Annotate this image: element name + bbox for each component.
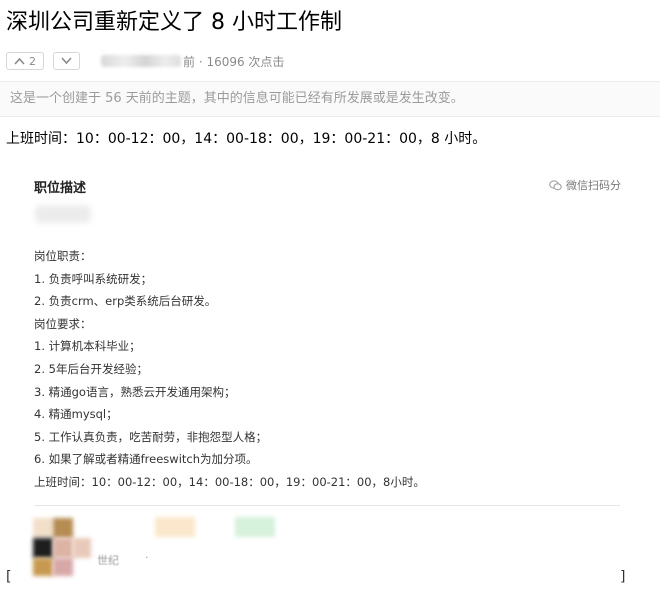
topic-meta: 2 前 · 16096 次点击 xyxy=(6,51,284,71)
redacted-line xyxy=(35,205,91,223)
downvote-button[interactable] xyxy=(53,52,80,70)
job-line: 3. 精通go语言，熟悉云开发通用架构； xyxy=(34,384,236,399)
poster-name: 世纪 xyxy=(97,554,119,567)
redacted-tag-orange xyxy=(155,517,195,537)
author-name-redacted[interactable] xyxy=(101,55,181,67)
topic-title: 深圳公司重新定义了 8 小时工作制 xyxy=(6,10,342,35)
job-divider xyxy=(34,505,620,506)
job-line: 上班时间：10：00-12：00，14：00-18：00，19：00-21：00… xyxy=(34,474,425,489)
job-line: 岗位职责： xyxy=(34,249,92,263)
job-line: 2. 5年后台开发经验； xyxy=(34,361,148,376)
job-description-heading: 职位描述 xyxy=(34,181,87,196)
wechat-share-label: 微信扫码分 xyxy=(566,179,621,192)
job-line: 4. 精通mysql； xyxy=(34,407,118,422)
redacted-tag-green xyxy=(235,517,275,537)
poster-extra: · xyxy=(145,551,149,564)
wechat-icon xyxy=(549,179,562,190)
job-description-image: 职位描述 微信扫码分 岗位职责： 1. 负责呼叫系统研发； 2. 负责crm、e… xyxy=(15,158,625,578)
wechat-share: 微信扫码分 xyxy=(549,177,621,193)
upvote-count: 2 xyxy=(29,54,36,68)
job-line: 2. 负责crm、erp类系统后台研发。 xyxy=(34,294,217,309)
left-bracket: [ xyxy=(6,569,12,585)
chevron-down-icon xyxy=(61,57,72,65)
job-line: 1. 负责呼叫系统研发； xyxy=(34,271,153,286)
upvote-button[interactable]: 2 xyxy=(6,52,44,70)
job-description-list: 岗位职责： 1. 负责呼叫系统研发； 2. 负责crm、erp类系统后台研发。 … xyxy=(34,245,425,494)
job-line: 1. 计算机本科毕业； xyxy=(34,339,141,354)
chevron-up-icon xyxy=(14,57,25,65)
topic-content-text: 上班时间：10：00-12：00，14：00-18：00，19：00-21：00… xyxy=(6,131,487,147)
topic-age-notice: 这是一个创建于 56 天前的主题，其中的信息可能已经有所发展或是发生改变。 xyxy=(0,81,660,117)
job-line: 5. 工作认真负责，吃苦耐劳，非抱怨型人格； xyxy=(34,429,268,444)
job-line: 6. 如果了解或者精通freeswitch为加分项。 xyxy=(34,452,258,467)
job-line: 岗位要求： xyxy=(34,316,92,331)
right-bracket: ] xyxy=(620,569,626,585)
topic-meta-text: 前 · 16096 次点击 xyxy=(183,54,285,69)
